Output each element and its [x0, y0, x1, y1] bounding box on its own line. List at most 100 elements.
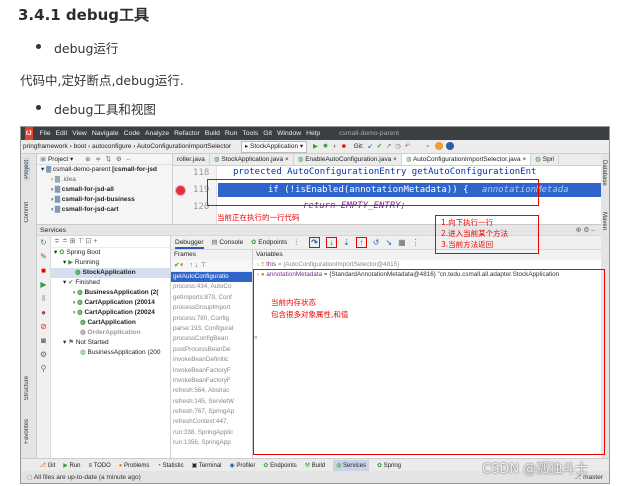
- history-icon[interactable]: ◷: [395, 143, 401, 150]
- tree-item-idea[interactable]: › ▇ .idea: [37, 175, 172, 185]
- frame-item[interactable]: process:434, AutoCo: [171, 282, 252, 292]
- menu-item-code[interactable]: Code: [124, 127, 140, 140]
- breakpoint-icon[interactable]: [175, 185, 186, 196]
- frame-item[interactable]: run:1356, SpringApp: [171, 438, 252, 448]
- bottom-tab-problems[interactable]: ● Problems: [119, 460, 150, 471]
- frame-item[interactable]: refresh:564, Abstrac: [171, 386, 252, 396]
- bottom-tab-run[interactable]: ▶ Run: [63, 460, 80, 471]
- svc-cart-app-2[interactable]: › ◍ CartApplication (20024: [51, 308, 170, 318]
- frame-item[interactable]: refresh:767, SpringAp: [171, 407, 252, 417]
- add-service-icon[interactable]: +: [93, 238, 97, 245]
- collapse-all-icon[interactable]: ≐: [62, 238, 68, 245]
- pin-icon[interactable]: ⚲: [37, 362, 50, 376]
- step-into-button[interactable]: ↓: [326, 237, 337, 248]
- frame-item[interactable]: invokeBeanFactoryF: [171, 366, 252, 376]
- tab-endpoints[interactable]: ✿ Endpoints: [251, 239, 287, 246]
- database-tool-tab[interactable]: Database: [601, 160, 607, 186]
- gear-icon[interactable]: ⚙: [116, 156, 122, 163]
- settings-icon[interactable]: ⚙: [37, 348, 50, 362]
- frame-item[interactable]: process:780, Config: [171, 314, 252, 324]
- mute-breakpoints-icon[interactable]: ⊘: [37, 320, 50, 334]
- resume-icon[interactable]: ▶: [37, 278, 50, 292]
- menu-item-edit[interactable]: Edit: [56, 127, 68, 140]
- frame-item[interactable]: invokeBeanDefinitic: [171, 355, 252, 365]
- locate-icon[interactable]: ⊕: [85, 156, 90, 163]
- svc-running[interactable]: ▾ ▶ Running: [51, 258, 170, 268]
- status-toggle-icon[interactable]: ◻: [27, 474, 32, 481]
- menu-item-tools[interactable]: Tools: [242, 127, 258, 140]
- tree-item-cart[interactable]: › ▇ csmall-for-jsd-cart: [37, 205, 172, 215]
- updates-icon[interactable]: [434, 142, 443, 151]
- thread-dropdown-icon[interactable]: ▾: [180, 262, 184, 269]
- breadcrumb-3[interactable]: AutoConfigurationImportSelector: [137, 143, 231, 150]
- editor-tab-3[interactable]: ◍ AutoConfigurationImportSelector.java ×: [401, 154, 532, 165]
- drop-frame-icon[interactable]: ↺: [373, 238, 380, 247]
- breadcrumb-2[interactable]: autoconfigure: [92, 143, 131, 150]
- step-over-button[interactable]: ↷: [309, 237, 320, 248]
- frame-item-selected[interactable]: getAutoConfiguratio: [171, 272, 252, 283]
- bottom-tab-git[interactable]: ⎇ Git: [39, 460, 55, 471]
- pause-icon[interactable]: ‖: [37, 292, 50, 306]
- collapse-icon[interactable]: ≑: [95, 156, 100, 163]
- menu-item-window[interactable]: Window: [277, 127, 301, 140]
- frame-item[interactable]: refreshContext:447,: [171, 417, 252, 427]
- frame-up-icon[interactable]: ↑: [189, 262, 193, 269]
- git-commit-icon[interactable]: ✔: [377, 143, 382, 150]
- git-push-icon[interactable]: ↗: [386, 143, 391, 150]
- menu-item-navigate[interactable]: Navigate: [92, 127, 119, 140]
- layout-icon[interactable]: ⋮: [293, 239, 300, 246]
- menu-item-help[interactable]: Help: [306, 127, 320, 140]
- bottom-tab-spring[interactable]: ✿ Spring: [377, 460, 401, 471]
- svc-not-started[interactable]: ▾ ⚑ Not Started: [51, 338, 170, 348]
- more-icon[interactable]: ⋮: [412, 238, 420, 247]
- stop-icon[interactable]: ■: [342, 143, 346, 150]
- menu-item-analyze[interactable]: Analyze: [145, 127, 169, 140]
- tab-debugger[interactable]: Debugger: [175, 239, 204, 249]
- bottom-tab-endpoints[interactable]: ✿ Endpoints: [263, 460, 296, 471]
- run-config-select[interactable]: ▸ StockApplication ▾: [240, 141, 308, 153]
- bottom-tab-services[interactable]: ◍ Services: [333, 460, 369, 471]
- bottom-tab-build[interactable]: ⚒ Build: [305, 460, 325, 471]
- step-out-button[interactable]: ↑: [355, 237, 367, 248]
- rollback-icon[interactable]: ↶: [405, 143, 410, 150]
- run-to-cursor-icon[interactable]: ↘: [385, 238, 392, 247]
- rerun-icon[interactable]: ↻: [37, 236, 50, 250]
- menu-item-file[interactable]: File: [40, 127, 51, 140]
- svc-finished[interactable]: ▾ ✔ Finished: [51, 278, 170, 288]
- frame-item[interactable]: postProcessBeanDe: [171, 345, 252, 355]
- frame-down-icon[interactable]: ↓: [195, 262, 199, 269]
- force-step-into-icon[interactable]: ⇣: [343, 238, 350, 247]
- menu-item-view[interactable]: View: [72, 127, 87, 140]
- tree-item-root[interactable]: ▾ ▇ csmall-demo-parent [csmall-for-jsd: [37, 165, 172, 175]
- svc-cart-app-3[interactable]: ◍ CartApplication: [51, 318, 170, 328]
- expand-icon[interactable]: ⇅: [106, 156, 111, 163]
- frames-filter-icon[interactable]: ⊤: [200, 262, 206, 269]
- frame-item[interactable]: run:338, SpringApplic: [171, 428, 252, 438]
- favorites-tool-tab[interactable]: Favorites: [24, 419, 30, 444]
- stop-debug-icon[interactable]: ■: [37, 264, 50, 278]
- frame-item[interactable]: processConfigBean: [171, 334, 252, 344]
- menu-item-git[interactable]: Git: [263, 127, 272, 140]
- filter-icon[interactable]: ⊤: [77, 238, 83, 245]
- editor-tab-0[interactable]: roller.java: [173, 154, 210, 165]
- maven-tool-tab[interactable]: Maven: [601, 212, 607, 230]
- frame-item[interactable]: getImports:879, Conf: [171, 293, 252, 303]
- git-update-icon[interactable]: ↙: [368, 143, 373, 150]
- expand-all-icon[interactable]: ≑: [54, 238, 60, 245]
- svc-spring-boot[interactable]: ▾ ✿ Spring Boot: [51, 248, 170, 258]
- evaluate-icon[interactable]: ▦: [398, 238, 406, 247]
- services-tool-icons[interactable]: ⊕ ⚙ –: [576, 225, 595, 235]
- run-icon[interactable]: ▶: [313, 143, 318, 150]
- menu-item-refactor[interactable]: Refactor: [174, 127, 200, 140]
- project-tool-tab[interactable]: Project: [24, 158, 30, 181]
- search-everywhere-icon[interactable]: ⌕: [426, 143, 430, 150]
- editor-tab-2[interactable]: ◍ EnableAutoConfiguration.java ×: [294, 154, 402, 165]
- profile-icon[interactable]: [446, 142, 455, 151]
- svc-business-app[interactable]: › ◍ BusinessApplication (2(: [51, 288, 170, 298]
- menu-item-build[interactable]: Build: [205, 127, 220, 140]
- bottom-tab-todo[interactable]: ≡ TODO: [88, 460, 110, 471]
- tab-console[interactable]: ▤ Console: [211, 239, 243, 246]
- bottom-tab-terminal[interactable]: ▣ Terminal: [192, 460, 222, 471]
- project-panel-title[interactable]: Project: [48, 156, 68, 163]
- coverage-icon[interactable]: ◐: [333, 143, 337, 150]
